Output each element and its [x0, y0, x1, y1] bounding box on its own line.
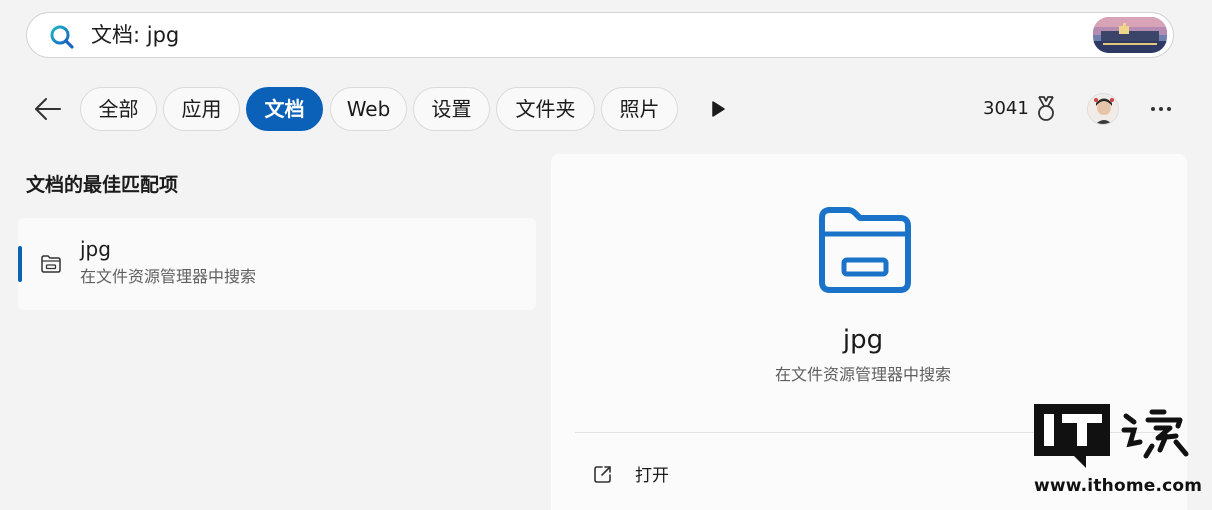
folder-icon-large [819, 207, 911, 293]
result-title: jpg [80, 237, 111, 261]
more-options-icon[interactable] [1146, 99, 1176, 119]
selection-indicator [18, 246, 22, 282]
open-action[interactable]: 打开 [593, 460, 793, 492]
user-avatar[interactable] [1087, 93, 1119, 125]
tab-documents[interactable]: 文档 [246, 87, 323, 131]
filter-bar: 全部 应用 文档 Web 设置 文件夹 照片 3041 [0, 85, 1212, 133]
folder-icon [41, 255, 61, 273]
search-input[interactable]: 文档: jpg [91, 22, 179, 48]
rewards-medal-icon[interactable] [1034, 95, 1058, 123]
section-title: 文档的最佳匹配项 [26, 174, 179, 196]
detail-title: jpg [842, 325, 884, 355]
tab-folders[interactable]: 文件夹 [496, 87, 595, 131]
best-match-result[interactable]: jpg 在文件资源管理器中搜索 [18, 218, 536, 310]
watermark-url: www.ithome.com [1034, 476, 1203, 496]
search-highlight-image[interactable] [1093, 17, 1167, 53]
ithome-watermark-logo: www.ithome.com [1030, 402, 1203, 506]
rewards-points[interactable]: 3041 [983, 97, 1029, 121]
ithome-logo-icon [1034, 404, 1189, 468]
tab-settings[interactable]: 设置 [413, 87, 490, 131]
search-bar[interactable]: 文档: jpg [26, 12, 1174, 58]
open-external-icon [594, 466, 611, 483]
tab-apps[interactable]: 应用 [163, 87, 240, 131]
tab-all[interactable]: 全部 [80, 87, 157, 131]
search-icon [50, 25, 74, 49]
detail-subtitle: 在文件资源管理器中搜索 [774, 365, 951, 384]
tab-photos[interactable]: 照片 [601, 87, 678, 131]
open-label: 打开 [635, 466, 669, 486]
more-filters-play-icon[interactable] [708, 99, 728, 119]
back-arrow-icon[interactable] [32, 95, 64, 123]
tab-web[interactable]: Web [330, 87, 407, 131]
result-subtitle: 在文件资源管理器中搜索 [80, 267, 257, 286]
